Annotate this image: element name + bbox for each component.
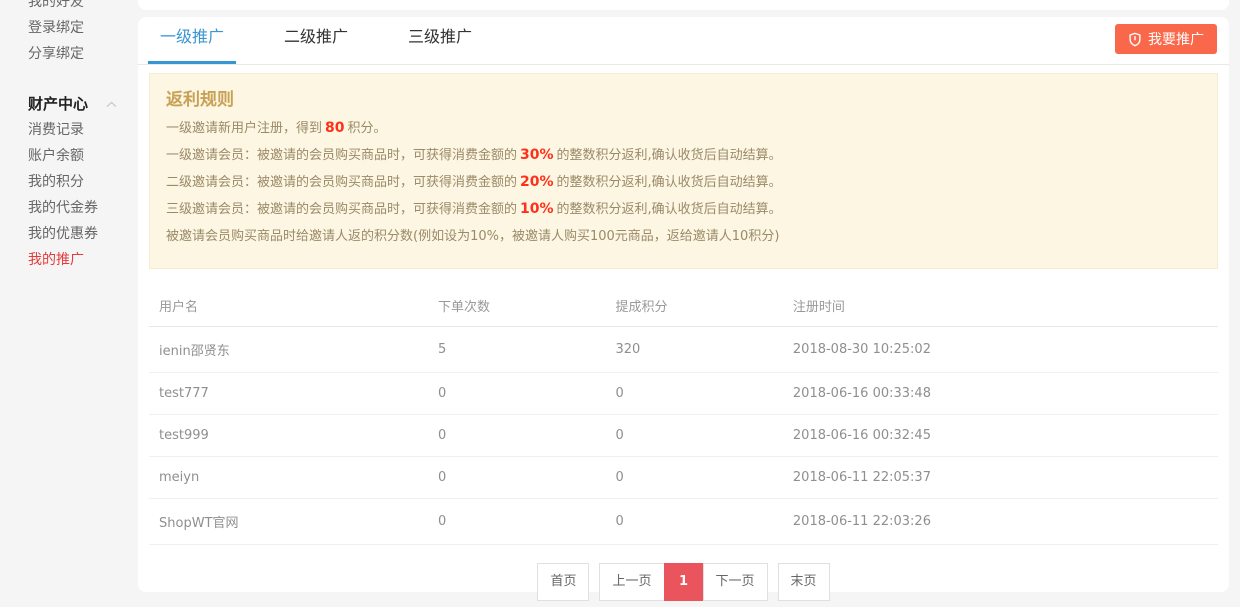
promote-button-label: 我要推广	[1148, 29, 1204, 49]
rule-highlight: 20%	[517, 174, 557, 190]
column-header-order-count: 下单次数	[428, 285, 605, 327]
pagination-last-button[interactable]: 末页	[778, 563, 830, 601]
table-row: ienin邵贤东 5 320 2018-08-30 10:25:02	[149, 327, 1218, 373]
chevron-up-icon	[106, 101, 117, 108]
rule-line: 一级邀请会员：被邀请的会员购买商品时，可获得消费金额的30%的整数积分返利,确认…	[166, 142, 1201, 169]
cell-username: test777	[149, 373, 428, 415]
sidebar-item-my-friends[interactable]: 我的好友	[28, 0, 138, 15]
cell-username: test999	[149, 415, 428, 457]
rule-text: 一级邀请会员：被邀请的会员购买商品时，可获得消费金额的	[166, 148, 517, 163]
rule-text: 的整数积分返利,确认收货后自动结算。	[557, 175, 782, 190]
cell-order-count: 0	[428, 499, 605, 545]
cell-register-time: 2018-06-11 22:05:37	[783, 457, 1218, 499]
rule-text: 三级邀请会员：被邀请的会员购买商品时，可获得消费金额的	[166, 202, 517, 217]
promotion-table: 用户名 下单次数 提成积分 注册时间 ienin邵贤东 5 320 2018-0…	[149, 285, 1218, 545]
previous-panel-bottom	[138, 0, 1229, 10]
tab-bar: 一级推广 二级推广 三级推广 我要推广	[138, 17, 1229, 65]
column-header-username: 用户名	[149, 285, 428, 327]
cell-commission-points: 0	[605, 499, 782, 545]
sidebar-item-login-binding[interactable]: 登录绑定	[28, 15, 138, 41]
rule-line: 三级邀请会员：被邀请的会员购买商品时，可获得消费金额的10%的整数积分返利,确认…	[166, 196, 1201, 223]
pagination-first-button[interactable]: 首页	[537, 563, 589, 601]
sidebar-item-my-vouchers[interactable]: 我的代金券	[28, 195, 138, 221]
sidebar-item-share-binding[interactable]: 分享绑定	[28, 41, 138, 67]
rebate-rules-box: 返利规则 一级邀请新用户注册，得到80积分。 一级邀请会员：被邀请的会员购买商品…	[149, 73, 1218, 269]
tab-level3-promotion[interactable]: 三级推广	[396, 16, 484, 64]
rule-text: 积分。	[348, 121, 387, 136]
rule-text: 被邀请会员购买商品时给邀请人返的积分数(例如设为10%，被邀请人购买100元商品…	[166, 229, 779, 244]
cell-order-count: 0	[428, 457, 605, 499]
table-header-row: 用户名 下单次数 提成积分 注册时间	[149, 285, 1218, 327]
rules-title: 返利规则	[166, 85, 1201, 115]
cell-username: ienin邵贤东	[149, 327, 428, 373]
cell-register-time: 2018-06-16 00:33:48	[783, 373, 1218, 415]
pagination: 首页 上一页 1 下一页 末页	[138, 563, 1229, 601]
table-row: meiyn 0 0 2018-06-11 22:05:37	[149, 457, 1218, 499]
rule-text: 一级邀请新用户注册，得到	[166, 121, 322, 136]
cell-order-count: 0	[428, 415, 605, 457]
cell-username: ShopWT官网	[149, 499, 428, 545]
rule-text: 的整数积分返利,确认收货后自动结算。	[557, 148, 782, 163]
cell-commission-points: 320	[605, 327, 782, 373]
cell-commission-points: 0	[605, 457, 782, 499]
column-header-commission-points: 提成积分	[605, 285, 782, 327]
shield-icon	[1128, 32, 1142, 47]
rule-highlight: 80	[322, 120, 347, 136]
sidebar-item-my-points[interactable]: 我的积分	[28, 169, 138, 195]
cell-order-count: 0	[428, 373, 605, 415]
sidebar: 我的好友 登录绑定 分享绑定 财产中心 消费记录 账户余额 我的积分 我的代金券…	[0, 0, 138, 273]
cell-register-time: 2018-06-11 22:03:26	[783, 499, 1218, 545]
cell-register-time: 2018-08-30 10:25:02	[783, 327, 1218, 373]
rule-line: 被邀请会员购买商品时给邀请人返的积分数(例如设为10%，被邀请人购买100元商品…	[166, 223, 1201, 250]
sidebar-section-label: 财产中心	[28, 91, 88, 117]
sidebar-item-account-balance[interactable]: 账户余额	[28, 143, 138, 169]
sidebar-section-asset-center[interactable]: 财产中心	[28, 91, 138, 117]
cell-commission-points: 0	[605, 415, 782, 457]
tab-level2-promotion[interactable]: 二级推广	[272, 16, 360, 64]
pagination-prev-button[interactable]: 上一页	[599, 563, 664, 601]
table-row: test999 0 0 2018-06-16 00:32:45	[149, 415, 1218, 457]
cell-register-time: 2018-06-16 00:32:45	[783, 415, 1218, 457]
sidebar-item-consume-records[interactable]: 消费记录	[28, 117, 138, 143]
pagination-current-page[interactable]: 1	[664, 563, 704, 601]
rule-highlight: 30%	[517, 147, 557, 163]
cell-commission-points: 0	[605, 373, 782, 415]
rule-text: 的整数积分返利,确认收货后自动结算。	[557, 202, 782, 217]
i-want-to-promote-button[interactable]: 我要推广	[1115, 24, 1217, 54]
rule-line: 二级邀请会员：被邀请的会员购买商品时，可获得消费金额的20%的整数积分返利,确认…	[166, 169, 1201, 196]
table-row: test777 0 0 2018-06-16 00:33:48	[149, 373, 1218, 415]
rule-line: 一级邀请新用户注册，得到80积分。	[166, 115, 1201, 142]
cell-order-count: 5	[428, 327, 605, 373]
sidebar-item-my-coupons[interactable]: 我的优惠券	[28, 221, 138, 247]
rule-highlight: 10%	[517, 201, 557, 217]
table-row: ShopWT官网 0 0 2018-06-11 22:03:26	[149, 499, 1218, 545]
column-header-register-time: 注册时间	[783, 285, 1218, 327]
pagination-next-button[interactable]: 下一页	[703, 563, 768, 601]
promotion-panel: 一级推广 二级推广 三级推广 我要推广 返利规则 一级邀请新用户注册，得到80积…	[138, 17, 1229, 592]
rule-text: 二级邀请会员：被邀请的会员购买商品时，可获得消费金额的	[166, 175, 517, 190]
cell-username: meiyn	[149, 457, 428, 499]
tab-level1-promotion[interactable]: 一级推广	[148, 16, 236, 64]
sidebar-item-my-promotion[interactable]: 我的推广	[28, 247, 138, 273]
